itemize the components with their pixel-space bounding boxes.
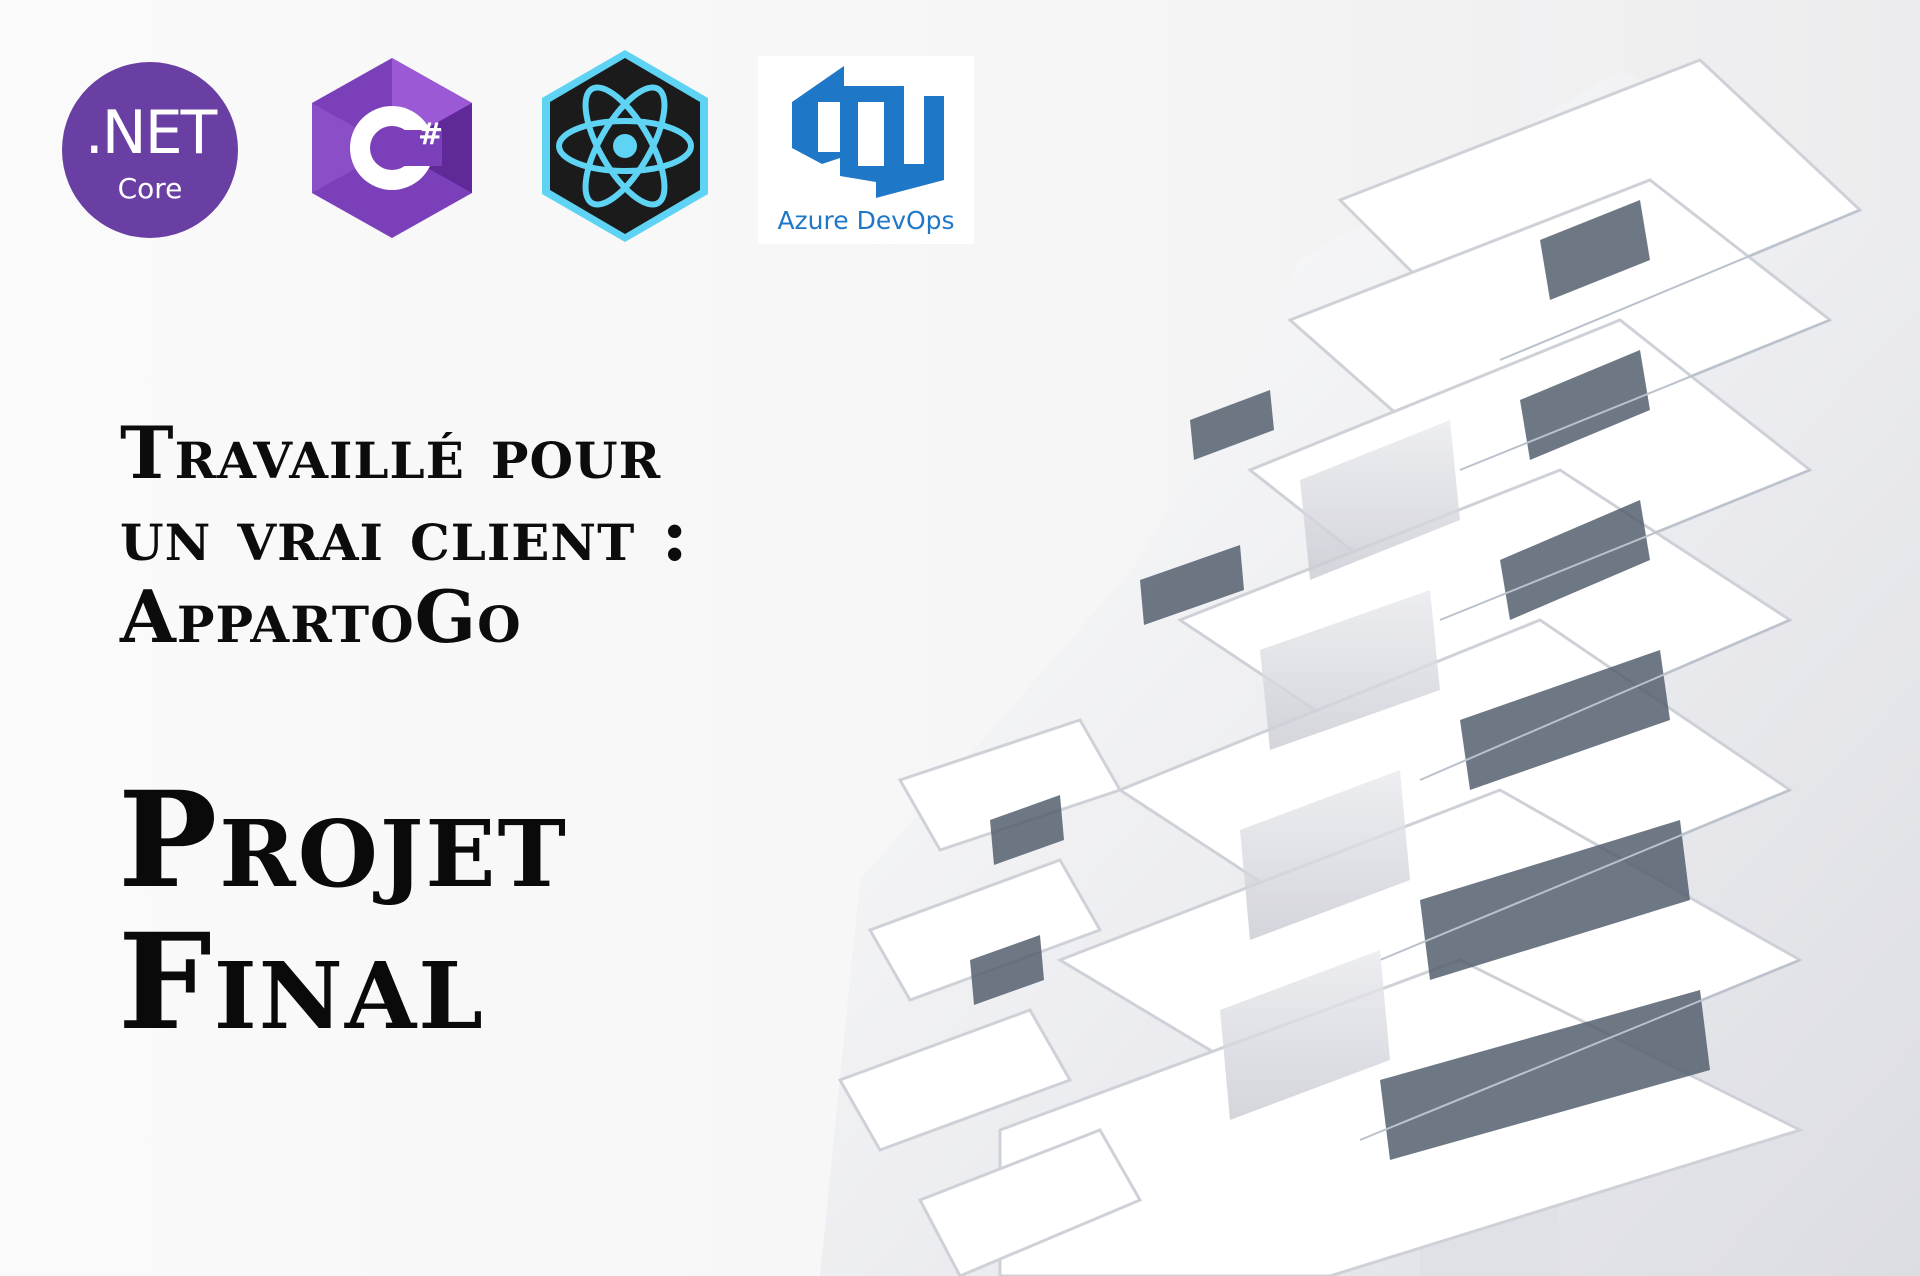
- dotnet-logo-text: .NET: [84, 98, 218, 168]
- azure-devops-icon: [792, 66, 944, 198]
- subtitle-line-3: AppartoGo: [120, 574, 522, 659]
- subtitle: Travaillé pour un vrai client : AppartoG…: [120, 412, 880, 658]
- title-line-2: Final: [118, 905, 485, 1060]
- dotnet-logo-subtext: Core: [117, 172, 183, 205]
- react-atom-icon: [542, 50, 708, 242]
- csharp-icon: #: [312, 58, 472, 238]
- subtitle-line-1: Travaillé pour: [120, 410, 662, 495]
- dotnet-core-logo: .NET Core: [60, 60, 240, 240]
- page-title: Projet Final: [118, 770, 878, 1054]
- csharp-logo: #: [312, 58, 472, 238]
- react-logo: [540, 48, 710, 244]
- azure-devops-label: Azure DevOps: [777, 206, 955, 235]
- azure-devops-logo: Azure DevOps: [758, 56, 974, 244]
- svg-text:#: #: [418, 117, 443, 152]
- subtitle-line-2: un vrai client :: [120, 492, 689, 577]
- title-line-1: Projet: [118, 763, 568, 918]
